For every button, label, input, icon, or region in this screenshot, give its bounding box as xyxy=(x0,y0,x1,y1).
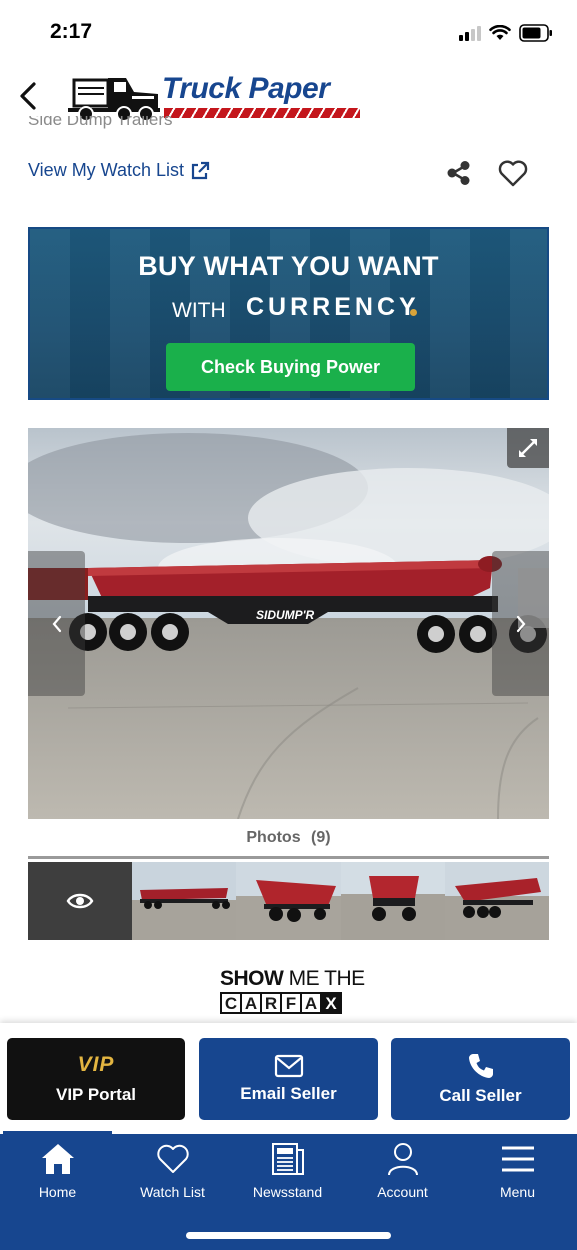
vip-portal-label: VIP Portal xyxy=(56,1085,136,1104)
carfax-show: SHOW xyxy=(220,967,284,990)
trailer-brand-text: SIDUMP'R xyxy=(256,608,315,622)
vip-portal-button[interactable]: VIP VIP Portal xyxy=(7,1038,185,1120)
menu-icon xyxy=(501,1146,534,1172)
favorite-button[interactable] xyxy=(496,156,530,190)
tab-watch-list[interactable]: Watch List xyxy=(115,1142,230,1200)
tab-watch-list-label: Watch List xyxy=(140,1184,205,1200)
external-link-icon xyxy=(191,161,210,179)
banner-with-text: WITH xyxy=(172,299,226,322)
status-bar: 2:17 xyxy=(0,0,577,64)
carfax-badge[interactable]: SHOW ME THE C A R F A X xyxy=(220,967,365,1018)
listing-category: Side Dump Trailers xyxy=(28,116,173,129)
carfax-letter: C xyxy=(220,992,242,1014)
status-time: 2:17 xyxy=(50,20,93,43)
thumbnail-3-image xyxy=(340,862,445,940)
heart-icon xyxy=(156,1144,189,1173)
eye-icon xyxy=(66,893,94,909)
battery-icon xyxy=(519,24,552,42)
share-button[interactable] xyxy=(444,158,474,188)
carfax-letter: A xyxy=(300,992,322,1014)
banner-headline: BUY WHAT YOU WANT xyxy=(138,251,439,281)
trailer-photo: SIDUMP'R xyxy=(28,428,549,819)
bottom-tab-bar: Home Watch List Newsstand Account Menu xyxy=(0,1134,577,1250)
email-seller-button[interactable]: Email Seller xyxy=(199,1038,378,1120)
expand-icon xyxy=(519,439,537,457)
carfax-me-the: ME THE xyxy=(288,967,365,990)
photos-count: Photos (9) xyxy=(0,829,577,847)
phone-icon xyxy=(468,1054,493,1078)
logo-wordmark: Truck Paper xyxy=(162,72,330,105)
carfax-letter: F xyxy=(280,992,302,1014)
person-icon xyxy=(387,1143,418,1176)
carfax-letter: A xyxy=(240,992,262,1014)
photos-number: (9) xyxy=(311,829,331,846)
thumbnail-1[interactable] xyxy=(132,862,237,940)
tab-home[interactable]: Home xyxy=(0,1142,115,1200)
chevron-left-icon xyxy=(52,615,61,632)
chevron-right-icon xyxy=(516,615,525,632)
heart-icon xyxy=(498,160,528,187)
thumbnail-divider xyxy=(28,856,549,859)
fullscreen-button[interactable] xyxy=(507,428,549,468)
share-icon xyxy=(447,161,470,185)
carfax-tagline: SHOW ME THE xyxy=(220,967,365,990)
thumbnail-viewed[interactable] xyxy=(28,862,133,940)
thumbnail-3[interactable] xyxy=(340,862,445,940)
watch-list-link-label: View My Watch List xyxy=(28,160,185,180)
thumbnail-2-image xyxy=(236,862,341,940)
thumbnail-strip xyxy=(28,862,549,940)
next-photo-button[interactable] xyxy=(492,551,549,696)
home-icon xyxy=(41,1144,74,1174)
carfax-letter: X xyxy=(320,992,342,1014)
tab-account[interactable]: Account xyxy=(345,1142,460,1200)
brand-dot xyxy=(410,309,417,316)
carfax-letter: R xyxy=(260,992,282,1014)
thumbnail-4-image xyxy=(444,862,549,940)
check-buying-power-button[interactable]: Check Buying Power xyxy=(166,343,415,391)
envelope-icon xyxy=(274,1054,303,1078)
tab-account-label: Account xyxy=(377,1184,428,1200)
contact-action-bar: VIP VIP Portal Email Seller Call Seller xyxy=(0,1023,577,1136)
main-photo[interactable]: SIDUMP'R xyxy=(28,428,549,819)
cellular-signal-icon xyxy=(459,25,481,41)
home-indicator xyxy=(186,1232,391,1239)
logo-stripe xyxy=(164,108,360,118)
tab-home-label: Home xyxy=(38,1184,77,1200)
call-seller-label: Call Seller xyxy=(439,1086,522,1105)
newspaper-icon xyxy=(271,1143,304,1175)
email-seller-label: Email Seller xyxy=(240,1084,337,1103)
tab-newsstand-label: Newsstand xyxy=(252,1184,323,1200)
chevron-left-icon xyxy=(20,82,36,110)
previous-photo-button[interactable] xyxy=(28,551,85,696)
call-seller-button[interactable]: Call Seller xyxy=(391,1038,570,1120)
wifi-icon xyxy=(489,25,511,40)
currency-ad-banner[interactable]: BUY WHAT YOU WANT WITH CURRENCY Check Bu… xyxy=(28,227,549,400)
tab-menu[interactable]: Menu xyxy=(460,1142,575,1200)
vip-logo: VIP xyxy=(77,1053,115,1076)
banner-brand: CURRENCY xyxy=(246,293,420,321)
view-watch-list-link[interactable]: View My Watch List xyxy=(28,160,210,181)
tab-menu-label: Menu xyxy=(499,1184,536,1200)
status-icons xyxy=(459,24,553,42)
tab-newsstand[interactable]: Newsstand xyxy=(230,1142,345,1200)
back-button[interactable] xyxy=(12,78,44,114)
thumbnail-2[interactable] xyxy=(236,862,341,940)
photos-label: Photos xyxy=(246,829,301,846)
carfax-logo: C A R F A X xyxy=(220,992,360,1014)
thumbnail-1-image xyxy=(132,862,237,940)
thumbnail-4[interactable] xyxy=(444,862,549,940)
